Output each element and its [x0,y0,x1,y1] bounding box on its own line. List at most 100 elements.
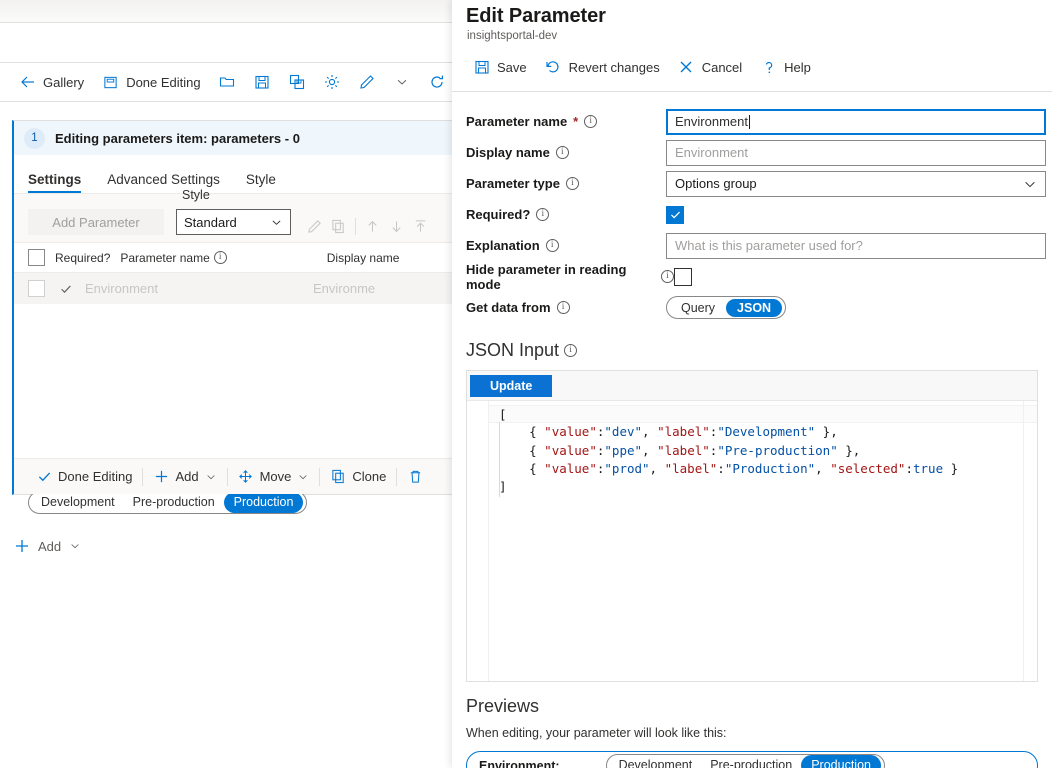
edit-button[interactable] [350,67,385,97]
select-all-checkbox[interactable] [28,249,45,266]
panel-save-button[interactable]: Save [464,52,536,82]
grid-header-parameter-name: Parameter name i [110,251,226,265]
settings-button[interactable] [315,67,350,97]
refresh-button[interactable] [420,67,452,97]
save-icon [254,74,271,91]
info-icon[interactable]: i [536,208,549,221]
preview-option-development[interactable]: Development [610,757,702,768]
explanation-input[interactable]: What is this parameter used for? [666,233,1046,259]
footer-clone-label: Clone [352,469,386,484]
info-icon[interactable]: i [214,251,227,264]
get-data-from-option-json[interactable]: JSON [726,299,782,317]
save-button[interactable] [245,67,280,97]
preview-option-production[interactable]: Production [801,755,881,768]
required-asterisk: * [573,114,578,129]
panel-help-button[interactable]: Help [751,52,820,82]
previews-note: When editing, your parameter will look l… [452,717,1052,740]
card-preview-option-development[interactable]: Development [32,494,124,511]
footer-delete-button[interactable] [397,469,433,485]
row-checkbox[interactable] [28,280,45,297]
done-editing-button[interactable]: Done Editing [93,67,209,97]
move-down-icon[interactable] [389,219,404,234]
get-data-from-option-query[interactable]: Query [670,301,726,315]
footer-add-label: Add [175,469,198,484]
chevron-down-icon [69,540,81,552]
style-select-value: Standard [184,215,237,230]
bottom-add-button[interactable]: Add [14,538,81,554]
chevron-down-icon [394,74,411,91]
edit-dropdown-button[interactable] [385,67,420,97]
move-to-top-icon[interactable] [413,219,428,234]
required-checkbox[interactable] [666,206,684,224]
info-icon[interactable]: i [564,344,577,357]
panel-revert-label: Revert changes [569,60,660,75]
json-code-editor[interactable]: [ { "value":"dev", "label":"Development"… [467,401,1037,681]
card-header: 1 Editing parameters item: parameters - … [14,121,452,155]
editor-minimap-divider [1023,401,1024,681]
info-icon[interactable]: i [556,146,569,159]
done-editing-icon [102,74,119,91]
grid-header-display-name: Display name [327,251,400,265]
row-display-name: Environme [273,281,375,296]
save-as-icon [289,74,306,91]
gallery-label: Gallery [43,75,84,90]
info-icon[interactable]: i [546,239,559,252]
editor-code-area[interactable]: [ { "value":"dev", "label":"Development"… [489,401,1037,681]
card-tabs: Settings Advanced Settings Style [14,155,452,193]
parameter-type-select[interactable]: Options group [666,171,1046,197]
parameter-type-value: Options group [675,176,757,191]
editor-gutter [467,401,489,681]
card-preview-option-production[interactable]: Production [224,492,304,513]
card-footer-toolbar: Done Editing Add Move [14,458,452,494]
add-parameter-button[interactable]: Add Parameter [28,209,164,235]
edit-pencil-icon[interactable] [307,219,322,234]
panel-revert-button[interactable]: Revert changes [536,52,669,82]
card-preview-options-group: Development Pre-production Production [28,491,307,514]
grid-header-required: Required? [45,251,110,265]
card-empty-area [14,304,452,464]
panel-cancel-label: Cancel [702,60,742,75]
json-input-heading: JSON Input i [452,323,1052,361]
chevron-down-icon [297,471,309,483]
divider [355,218,356,235]
preview-options-group: Development Pre-production Production [606,754,885,768]
save-as-button[interactable] [280,67,315,97]
display-name-input[interactable]: Environment [666,140,1046,166]
parameters-grid-toolbar: Add Parameter Style Standard [14,194,452,242]
save-icon [473,59,490,76]
info-icon[interactable]: i [566,177,579,190]
table-row[interactable]: Environment Environme [14,273,452,304]
field-hide-parameter: Hide parameter in reading mode i [466,261,1052,292]
grid-action-icons [307,218,428,235]
style-field-label: Style [182,188,210,202]
chevron-down-icon [1023,177,1037,191]
style-select[interactable]: Standard [176,209,291,235]
explanation-label: Explanation i [466,238,666,253]
move-up-icon[interactable] [365,219,380,234]
info-icon[interactable]: i [661,270,674,283]
hide-parameter-checkbox[interactable] [674,268,692,286]
footer-add-button[interactable]: Add [143,469,226,485]
update-button[interactable]: Update [470,375,552,397]
trash-icon [407,469,423,485]
parameter-name-input[interactable]: Environment [666,109,1046,135]
footer-done-editing-button[interactable]: Done Editing [26,469,142,485]
editing-parameters-card: 1 Editing parameters item: parameters - … [12,120,452,495]
info-icon[interactable]: i [557,301,570,314]
chevron-down-icon [205,471,217,483]
panel-cancel-button[interactable]: Cancel [669,52,751,82]
card-preview-option-pre-production[interactable]: Pre-production [124,494,224,511]
panel-save-label: Save [497,60,527,75]
info-icon[interactable]: i [584,115,597,128]
check-icon [36,469,52,485]
open-folder-button[interactable] [210,67,245,97]
footer-clone-button[interactable]: Clone [320,469,396,485]
gallery-back-button[interactable]: Gallery [10,67,93,97]
arrow-left-icon [19,74,36,91]
preview-option-pre-production[interactable]: Pre-production [701,757,801,768]
tab-settings[interactable]: Settings [28,172,81,193]
clone-icon[interactable] [331,219,346,234]
footer-move-button[interactable]: Move [228,469,320,485]
json-editor-toolbar: Update [467,371,1037,401]
tab-style[interactable]: Style [246,172,276,193]
